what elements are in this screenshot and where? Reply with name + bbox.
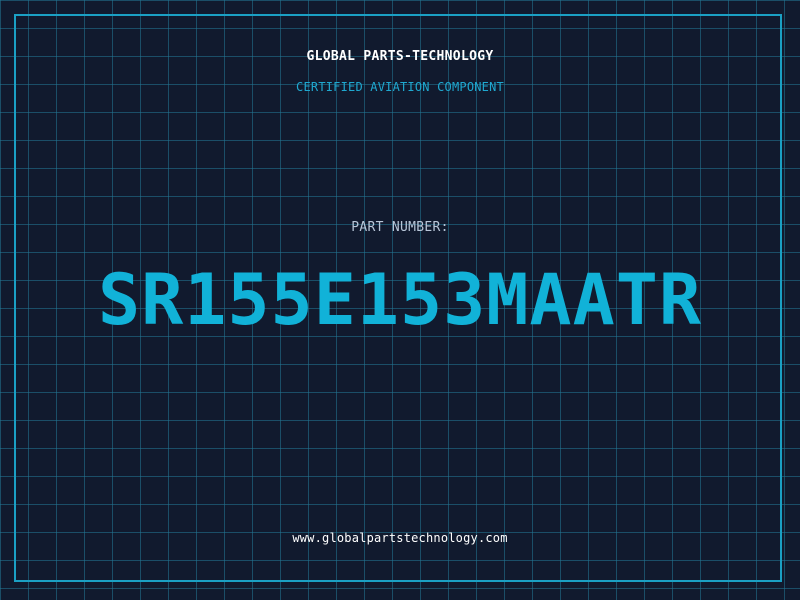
- company-name: GLOBAL PARTS-TECHNOLOGY: [306, 49, 494, 64]
- certification-subtitle: CERTIFIED AVIATION COMPONENT: [296, 80, 504, 94]
- part-number-value: SR155E153MAATR: [97, 259, 702, 341]
- website-url: www.globalpartstechnology.com: [292, 531, 508, 545]
- part-label-card: GLOBAL PARTS-TECHNOLOGY CERTIFIED AVIATI…: [0, 0, 800, 600]
- part-number-label: PART NUMBER:: [351, 220, 449, 235]
